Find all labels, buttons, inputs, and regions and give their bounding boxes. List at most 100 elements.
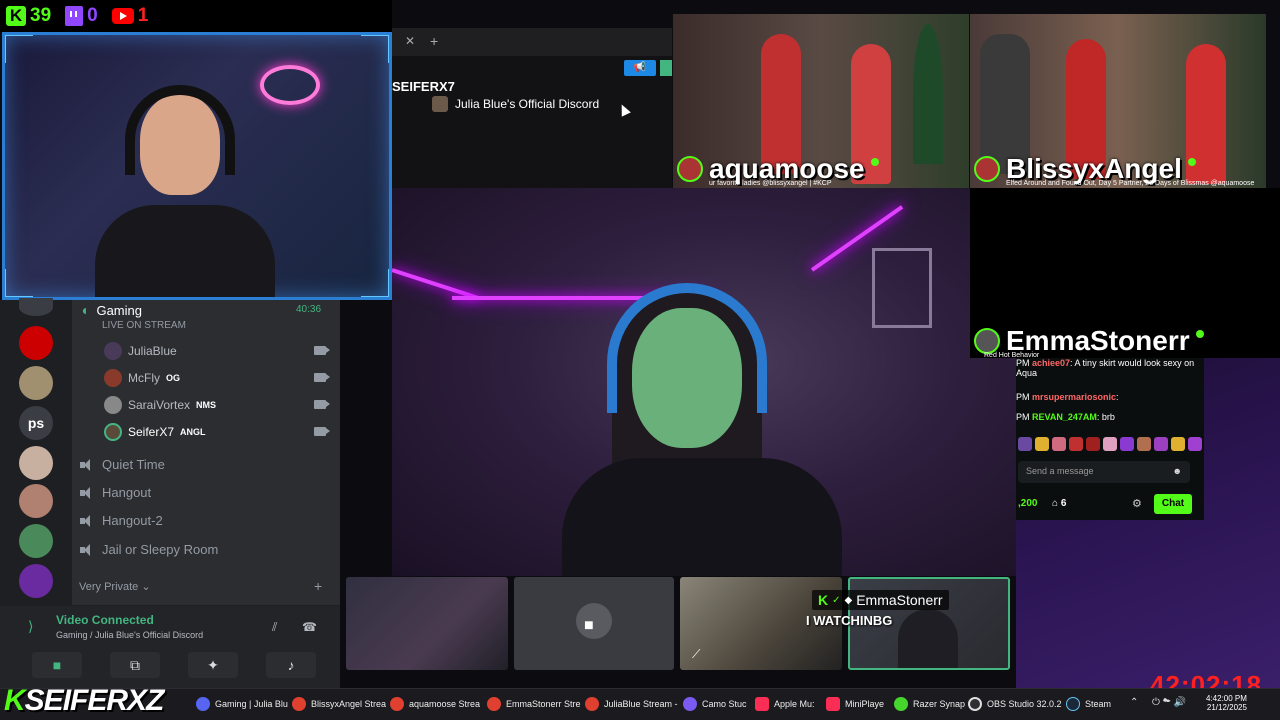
main-stream-video: [392, 188, 1016, 576]
emote-icon: [1188, 437, 1202, 451]
taskbar-item[interactable]: BlissyxAngel Strea: [292, 694, 386, 714]
voice-channel-quiet-time[interactable]: Quiet Time: [80, 457, 165, 472]
voice-channel-hangout[interactable]: Hangout: [80, 485, 151, 500]
vc-title: Video Connected: [56, 613, 154, 627]
announcement-icon[interactable]: 📢: [624, 60, 656, 76]
guest-cam-emmastonerr: EmmaStonerr Red Hot Behavior: [970, 188, 1280, 359]
discord-icon: [196, 697, 210, 711]
server-icon[interactable]: [19, 298, 53, 316]
channel-label: Hangout-2: [102, 513, 163, 528]
guest-caption: ur favorite ladies @blissyxangel | #KCP: [709, 180, 832, 187]
avatar: [576, 603, 612, 639]
voice-user-seiferx7[interactable]: SeiferX7 ANGL: [104, 423, 206, 441]
taskbar-item[interactable]: MiniPlaye: [826, 694, 884, 714]
brave-icon: [292, 697, 306, 711]
server-icon[interactable]: [19, 564, 53, 598]
taskbar-item[interactable]: Apple Mu:: [755, 694, 815, 714]
system-clock[interactable]: 4:42:00 PM 21/12/2025: [1206, 694, 1247, 712]
taskbar-item[interactable]: Razer Synap: [894, 694, 965, 714]
chat-username[interactable]: REVAN_247AM: [1032, 412, 1097, 422]
chat-username[interactable]: mrsupermariosonic: [1032, 392, 1116, 402]
miniplayer-icon: [826, 697, 840, 711]
taskbar-label: Apple Mu:: [774, 699, 815, 709]
video-button[interactable]: ■: [32, 652, 82, 678]
add-channel-icon[interactable]: +: [314, 578, 322, 594]
tray-chevron-icon[interactable]: ⌃: [1130, 697, 1138, 708]
soundboard-button[interactable]: ♪: [266, 652, 316, 678]
taskbar-label: BlissyxAngel Strea: [311, 699, 387, 709]
taskbar-label: aquamoose Strea: [409, 699, 481, 709]
voice-user-juliablue[interactable]: JuliaBlue: [104, 342, 177, 360]
user-name: SeiferX7: [128, 425, 175, 439]
camo-icon: [683, 697, 697, 711]
speaker-icon: [80, 458, 94, 472]
taskbar-label: Camo Stuc: [702, 699, 747, 709]
emote-icon: [1171, 437, 1185, 451]
avatar: [104, 423, 122, 441]
taskbar-label: MiniPlaye: [845, 699, 885, 709]
voice-channel-hangout-2[interactable]: Hangout-2: [80, 513, 163, 528]
voice-user-saraivortex[interactable]: SaraiVortex NMS: [104, 396, 216, 414]
taskbar-item[interactable]: EmmaStonerr Stre: [487, 694, 581, 714]
server-icon-deadpool[interactable]: [19, 326, 53, 360]
chat-line: PM achiee07: A tiny skirt would look sex…: [1016, 358, 1204, 378]
close-tab-icon[interactable]: ✕: [405, 34, 415, 48]
avatar: [104, 396, 122, 414]
taskbar-item[interactable]: OBS Studio 32.0.2: [968, 694, 1062, 714]
taskbar-item[interactable]: Gaming | Julia Blu: [196, 694, 288, 714]
voice-channel-jail[interactable]: Jail or Sleepy Room: [80, 542, 218, 557]
voice-user-mcfly[interactable]: McFly OG: [104, 369, 180, 387]
server-icon[interactable]: [19, 524, 53, 558]
mute-icon: ⟋: [692, 647, 701, 661]
chevron-down-icon: ⌄: [141, 581, 151, 593]
chat-overlay-message: I WATCHINBG: [806, 613, 893, 628]
discord-server-icon: [432, 96, 448, 112]
category-very-private[interactable]: Very Private ⌄: [79, 580, 151, 593]
speaker-icon: [80, 486, 94, 500]
chat-text: : brb: [1096, 412, 1115, 422]
chat-input-placeholder: Send a message: [1026, 466, 1094, 476]
server-icon[interactable]: [19, 366, 53, 400]
signal-icon: ⟩: [28, 618, 34, 634]
taskbar-item[interactable]: Camo Stuc: [683, 694, 747, 714]
emote-icon: [1069, 437, 1083, 451]
camera-icon: [314, 373, 330, 382]
count-badge: ⌂ 6: [1052, 498, 1066, 509]
participant-tile[interactable]: [346, 577, 508, 670]
server-icon[interactable]: [19, 446, 53, 480]
live-dot-icon: [870, 158, 879, 166]
emoji-icon[interactable]: ☻: [1173, 466, 1182, 476]
server-icon[interactable]: [19, 484, 53, 518]
tray-icons[interactable]: ⏻ ☁ 🔊: [1152, 697, 1186, 708]
chat-text: :: [1116, 392, 1119, 402]
server-icon-ps[interactable]: ps: [19, 406, 53, 440]
taskbar-label: Gaming | Julia Blu: [215, 699, 288, 709]
taskbar-item[interactable]: JuliaBlue Stream -: [585, 694, 678, 714]
participant-tile-no-video[interactable]: ■: [514, 577, 674, 670]
channel-label: Quiet Time: [102, 457, 165, 472]
status-indicator: [660, 60, 672, 76]
vc-subtitle[interactable]: Gaming / Julia Blue's Official Discord: [56, 630, 203, 640]
camera-icon: [314, 400, 330, 409]
discord-server-title[interactable]: Julia Blue's Official Discord: [455, 97, 599, 111]
taskbar-item[interactable]: aquamoose Strea: [390, 694, 480, 714]
chat-username[interactable]: achiee07: [1032, 358, 1070, 368]
gear-icon[interactable]: ⚙: [1132, 497, 1142, 510]
chat-input[interactable]: Send a message ☻: [1018, 461, 1190, 483]
voice-channel-gaming[interactable]: ◖ Gaming: [80, 302, 142, 318]
taskbar-label: Steam: [1085, 699, 1112, 709]
emote-icon: [1154, 437, 1168, 451]
taskbar-label: JuliaBlue Stream -: [604, 699, 678, 709]
chat-send-button[interactable]: Chat: [1154, 494, 1192, 514]
speaker-icon: [80, 543, 94, 557]
new-tab-icon[interactable]: +: [430, 33, 438, 49]
streamer: [95, 75, 275, 297]
activities-button[interactable]: ✦: [188, 652, 238, 678]
emote-icon: [1052, 437, 1066, 451]
screen-share-button[interactable]: ⧉: [110, 652, 160, 678]
browser-content: [392, 56, 672, 192]
steam-icon: [1066, 697, 1080, 711]
noise-suppression-icon[interactable]: ⫽: [272, 620, 277, 635]
taskbar-item[interactable]: Steam: [1066, 694, 1111, 714]
disconnect-icon[interactable]: ☎: [302, 620, 317, 634]
